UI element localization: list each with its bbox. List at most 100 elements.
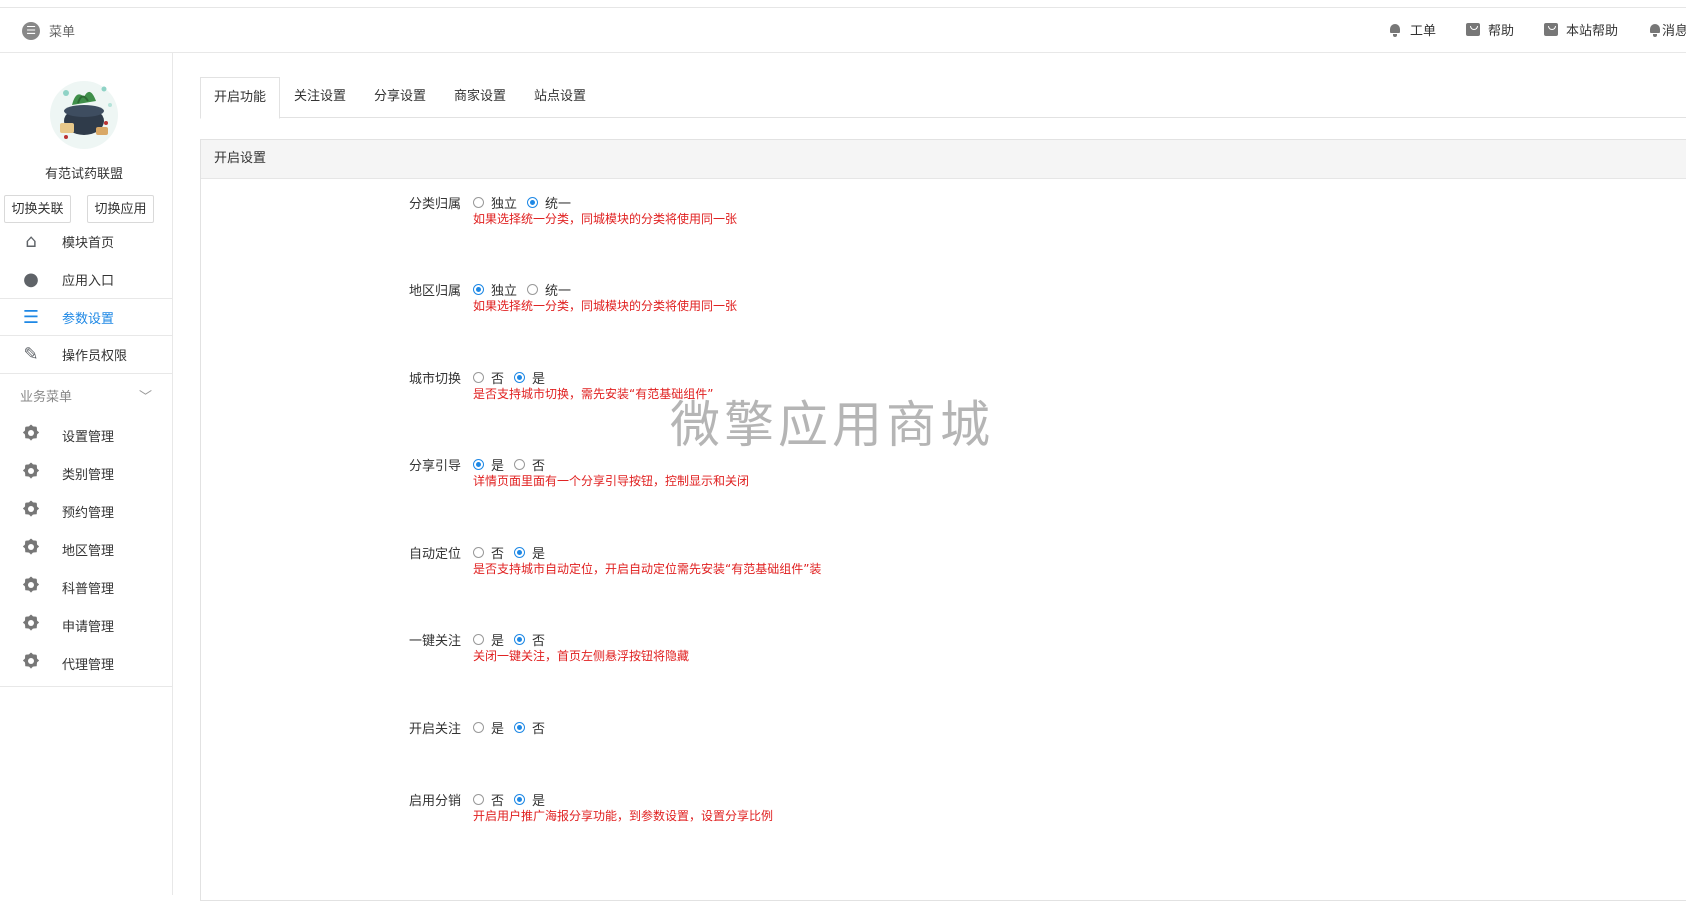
radio-button[interactable] [527, 284, 539, 295]
setting-label: 城市切换 [408, 372, 461, 387]
settings-panel: 开启设置 分类归属 独立 统一 如果选择统一分类，同城模块的分类将使用同一张 地… [200, 139, 1686, 901]
sidebar-item-settings-mgmt[interactable]: 设置管理 [0, 416, 172, 454]
gear-icon [22, 500, 40, 518]
radio-button[interactable] [473, 634, 484, 645]
sidebar-item-agent-mgmt[interactable]: 代理管理 [0, 644, 172, 682]
gear-icon [22, 614, 40, 632]
tab-site-settings[interactable]: 站点设置 [522, 77, 598, 117]
switch-link-button[interactable]: 切换关联 [4, 195, 71, 223]
sidebar-item-label: 预约管理 [62, 505, 115, 521]
chat-icon: ● [23, 268, 39, 290]
radio-button-selected[interactable] [473, 459, 484, 470]
sidebar-item-label: 申请管理 [62, 619, 115, 635]
radio-button-selected[interactable] [514, 372, 526, 383]
radio-button-selected[interactable] [473, 284, 484, 295]
sidebar-item-module-home[interactable]: ⌂ 模块首页 [0, 222, 172, 260]
gear-icon [22, 576, 40, 594]
sidebar: 有范试药联盟 切换关联 切换应用 ⌂ 模块首页 ● 应用入口 ☰ 参数设置 ✎ … [0, 53, 173, 895]
divider [0, 686, 172, 687]
home-icon: ⌂ [25, 230, 37, 252]
setting-hint: 是否支持城市切换，需先安装“有范基础组件” [473, 387, 714, 401]
radio-button[interactable] [473, 794, 484, 805]
setting-hint: 详情页面里面有一个分享引导按钮，控制显示和关闭 [473, 474, 750, 488]
header-link-ticket[interactable]: 工单 [1388, 20, 1436, 39]
radio-button-selected[interactable] [514, 722, 526, 733]
setting-hint: 开启用户推广海报分享功能，到参数设置，设置分享比例 [473, 809, 774, 823]
tab-enable-features[interactable]: 开启功能 [200, 77, 280, 119]
group-title: 业务菜单 [20, 389, 73, 405]
radio-button[interactable] [473, 197, 484, 208]
menu-toggle-button[interactable]: ☰ 菜单 [22, 21, 75, 40]
setting-label: 自动定位 [408, 547, 461, 562]
gear-icon [22, 462, 40, 480]
edit-doc-icon: ✎ [23, 344, 39, 365]
panel-title: 开启设置 [201, 140, 1686, 179]
radio-button-selected[interactable] [514, 794, 526, 805]
bell-icon [1388, 23, 1402, 37]
setting-label: 分享引导 [408, 459, 461, 474]
radio-option[interactable]: 是 [473, 718, 504, 737]
sidebar-item-label: 设置管理 [62, 429, 115, 445]
tab-share-settings[interactable]: 分享设置 [362, 77, 438, 117]
radio-button[interactable] [514, 459, 526, 470]
app-logo [50, 81, 118, 149]
header-link-messages[interactable]: 消息 [1648, 20, 1686, 39]
header-link-label: 工单 [1409, 24, 1436, 39]
setting-label: 开启关注 [408, 722, 461, 737]
sidebar-item-science-mgmt[interactable]: 科普管理 [0, 568, 172, 606]
top-header: ☰ 菜单 工单 帮助 本站帮助 消息 [0, 8, 1686, 53]
header-link-label: 消息 [1661, 24, 1686, 39]
bag-icon [1465, 23, 1480, 36]
sidebar-item-label: 科普管理 [62, 581, 115, 597]
tab-merchant-settings[interactable]: 商家设置 [442, 77, 518, 117]
sidebar-item-operator-permissions[interactable]: ✎ 操作员权限 [0, 336, 172, 373]
app-name: 有范试药联盟 [44, 167, 123, 182]
tab-follow-settings[interactable]: 关注设置 [282, 77, 358, 117]
sidebar-item-application-mgmt[interactable]: 申请管理 [0, 606, 172, 644]
header-links: 工单 帮助 本站帮助 消息 [1358, 20, 1686, 39]
gear-icon [22, 538, 40, 556]
business-menu-group-header[interactable]: 业务菜单 ﹀ [0, 374, 172, 416]
radio-button-selected[interactable] [527, 197, 539, 208]
sidebar-item-app-entry[interactable]: ● 应用入口 [0, 260, 172, 298]
sidebar-item-category-mgmt[interactable]: 类别管理 [0, 454, 172, 492]
list-icon: ☰ [22, 306, 40, 328]
sidebar-item-booking-mgmt[interactable]: 预约管理 [0, 492, 172, 530]
radio-button-selected[interactable] [514, 634, 526, 645]
setting-hint: 如果选择统一分类，同城模块的分类将使用同一张 [473, 212, 738, 226]
radio-button[interactable] [473, 547, 484, 558]
setting-hint: 是否支持城市自动定位，开启自动定位需先安装“有范基础组件”装 [473, 562, 822, 576]
switch-app-button[interactable]: 切换应用 [87, 195, 154, 223]
setting-label: 地区归属 [408, 284, 461, 299]
radio-label: 是 [491, 722, 505, 737]
header-link-help[interactable]: 帮助 [1465, 20, 1514, 39]
settings-tabs: 开启功能 关注设置 分享设置 商家设置 站点设置 [200, 77, 1686, 119]
sidebar-item-label: 类别管理 [62, 467, 115, 483]
radio-button[interactable] [473, 372, 484, 383]
bag-icon [1543, 23, 1558, 36]
radio-label: 否 [532, 722, 546, 737]
sidebar-item-param-settings[interactable]: ☰ 参数设置 [0, 299, 172, 335]
bell-icon [1648, 23, 1660, 37]
gear-icon [22, 424, 40, 442]
sidebar-item-label: 地区管理 [62, 543, 115, 559]
radio-button[interactable] [473, 722, 484, 733]
setting-label: 分类归属 [408, 197, 461, 212]
sidebar-nav: ⌂ 模块首页 ● 应用入口 ☰ 参数设置 ✎ 操作员权限 业务菜单 ﹀ 设置管理… [0, 222, 172, 687]
setting-hint: 关闭一键关注，首页左侧悬浮按钮将隐藏 [473, 649, 690, 663]
radio-button-selected[interactable] [514, 547, 526, 558]
sidebar-item-label: 操作员权限 [62, 349, 128, 364]
main-content: 开启功能 关注设置 分享设置 商家设置 站点设置 开启设置 分类归属 独立 统一… [200, 53, 1686, 901]
menu-label: 菜单 [49, 25, 76, 40]
header-link-label: 帮助 [1487, 24, 1514, 39]
setting-label: 启用分销 [408, 794, 461, 809]
chevron-down-icon: ﹀ [138, 389, 152, 405]
sidebar-item-label: 代理管理 [62, 657, 115, 673]
sidebar-item-region-mgmt[interactable]: 地区管理 [0, 530, 172, 568]
header-link-site-help[interactable]: 本站帮助 [1543, 20, 1618, 39]
sidebar-item-label: 参数设置 [62, 311, 115, 327]
setting-hint: 如果选择统一分类，同城模块的分类将使用同一张 [473, 299, 738, 313]
radio-option[interactable]: 否 [514, 718, 545, 737]
gear-icon [22, 652, 40, 670]
sidebar-item-label: 应用入口 [62, 273, 115, 289]
